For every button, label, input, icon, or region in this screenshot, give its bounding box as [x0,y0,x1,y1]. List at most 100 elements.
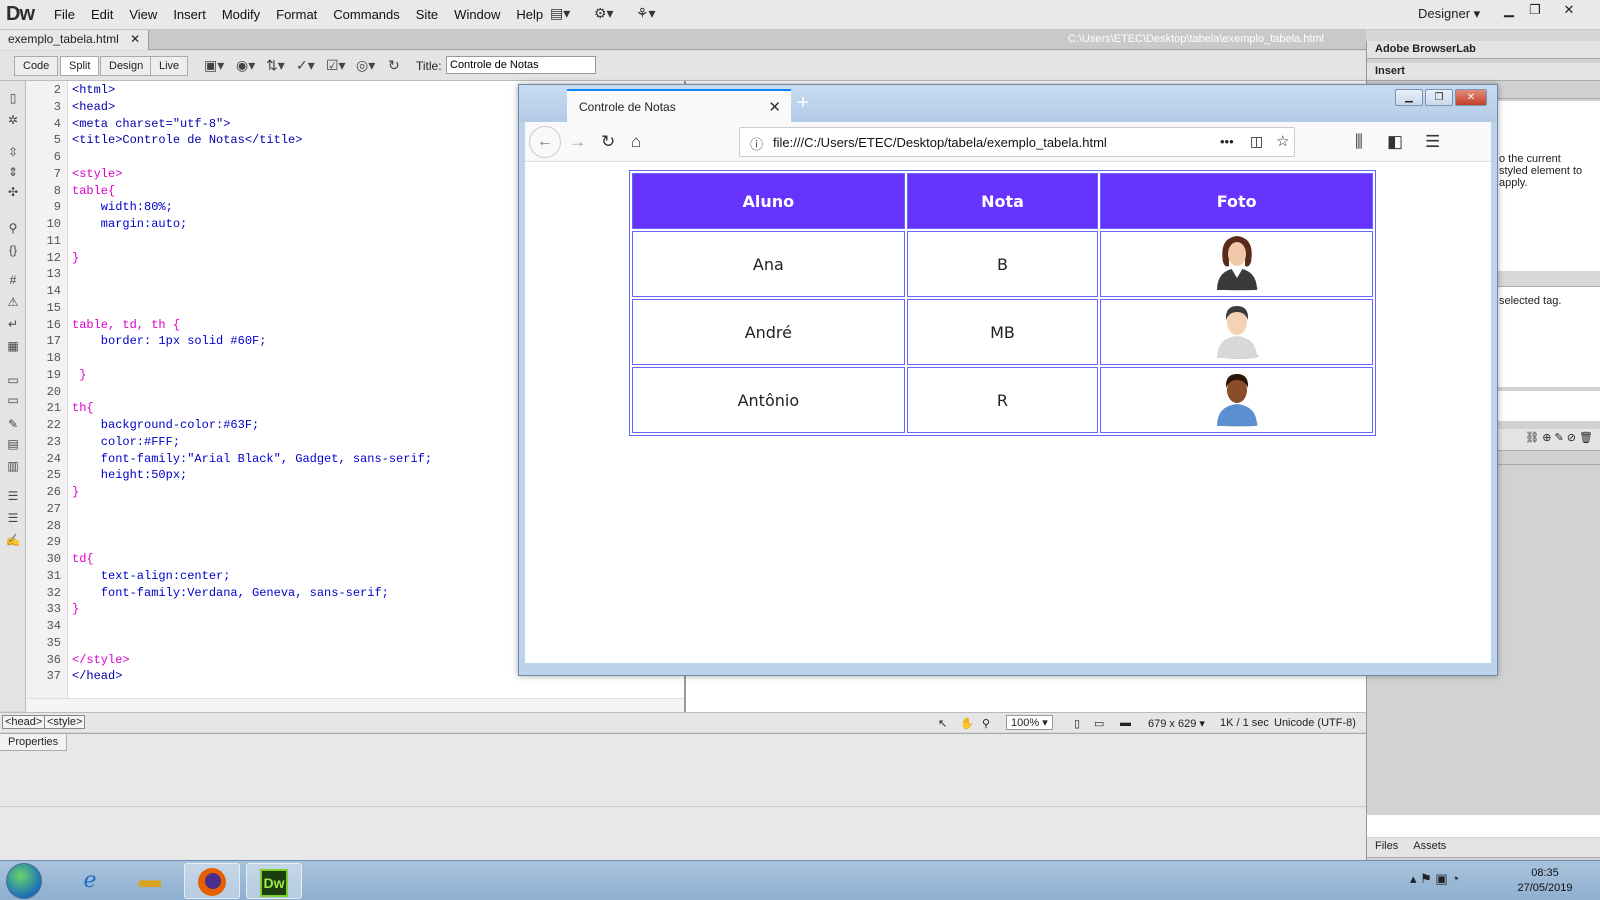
tag-selector-head[interactable]: <head> [2,715,46,729]
zoom-select[interactable]: 100% ▾ [1006,715,1053,730]
info-icon[interactable]: ⓘ [750,134,763,153]
assets-tab[interactable]: Assets [1413,840,1446,852]
balance-braces-icon[interactable]: {} [4,243,22,259]
line-number-gutter: 2 3 4 5 6 7 8 9 10 11 12 13 14 15 16 17 18 19 20 21 22 23 24 25… [26,81,68,698]
menu-modify[interactable]: Modify [214,7,268,22]
browser-maximize-icon[interactable]: ❐ [1425,89,1453,106]
pocket-icon[interactable]: ◫ [1250,133,1263,150]
menu-insert[interactable]: Insert [165,7,214,22]
menu-site[interactable]: Site [408,7,446,22]
bookmark-star-icon[interactable]: ☆ [1276,132,1289,150]
start-button[interactable] [6,863,42,899]
collapse-selection-icon[interactable]: ⇕ [4,165,22,181]
browser-close-icon[interactable]: ✕ [1455,89,1487,106]
title-input[interactable] [446,56,596,74]
desktop-size-icon[interactable]: ▬ [1120,717,1131,729]
forward-icon[interactable]: → [569,132,586,152]
header-aluno: Aluno [632,173,905,229]
home-icon[interactable]: ⌂ [631,132,641,152]
explorer-icon[interactable]: ▬ [122,863,178,899]
show-code-navigator-icon[interactable]: ✲ [4,113,22,129]
url-bar[interactable]: ⓘ file:///C:/Users/ETEC/Desktop/tabela/e… [739,127,1295,157]
new-rule-icon[interactable]: ⊕ [1542,432,1551,444]
restore-icon[interactable]: ❐ [1522,2,1548,22]
document-tab[interactable]: exemplo_tabela.html ✕ [0,30,150,50]
code-view-button[interactable]: Code [14,56,59,76]
library-icon[interactable]: ⫼ [1355,132,1363,152]
window-size-select[interactable]: 679 x 629 ▾ [1148,717,1205,730]
clock[interactable]: 08:35 27/05/2019 [1510,866,1580,896]
highlight-invalid-icon[interactable]: ⚠ [4,295,22,311]
page-actions-icon[interactable]: ••• [1220,134,1234,149]
select-tool-icon[interactable]: ↖ [938,717,947,730]
mobile-size-icon[interactable]: ▯ [1074,717,1080,730]
edit-rule-icon[interactable]: ✎ [1554,432,1563,444]
menu-file[interactable]: File [46,7,83,22]
collapse-tag-icon[interactable]: ⇳ [4,145,22,161]
layout-icon[interactable]: ▤▾ [550,5,570,22]
recent-snippets-icon[interactable]: ▤ [4,437,22,453]
wrap-tag-icon[interactable]: ✎ [4,417,22,433]
code-line: } [72,367,87,382]
indent-icon[interactable]: ☰ [4,489,22,505]
trash-icon[interactable]: 🗑 [1579,432,1593,444]
gear-icon[interactable]: ⚙▾ [594,5,614,22]
tag-selector-style[interactable]: <style> [44,715,86,729]
zoom-tool-icon[interactable]: ⚲ [982,717,990,730]
live-view-button[interactable]: Live [150,56,189,76]
close-tab-icon[interactable]: ✕ [768,98,781,116]
files-tab[interactable]: Files [1375,840,1398,852]
preview-browser-icon[interactable]: ◉▾ [236,57,255,74]
move-css-icon[interactable]: ▥ [4,459,22,475]
back-icon[interactable]: ← [529,126,561,158]
menu-help[interactable]: Help [508,7,551,22]
outdent-icon[interactable]: ☰ [4,511,22,527]
browserlab-panel-header[interactable]: Adobe BrowserLab [1367,41,1600,59]
syntax-coloring-icon[interactable]: ▦ [4,339,22,355]
expand-all-icon[interactable]: ✣ [4,185,22,201]
code-horizontal-scrollbar[interactable] [26,698,686,712]
w3c-validation-icon[interactable]: ✓▾ [296,57,315,74]
cell-nota: R [906,367,1099,433]
reload-icon[interactable]: ↻ [601,132,615,152]
select-parent-tag-icon[interactable]: ⚲ [4,221,22,237]
file-management-icon[interactable]: ⇅▾ [266,57,285,74]
hamburger-menu-icon[interactable]: ☰ [1425,132,1440,152]
browser-minimize-icon[interactable]: ▁ [1395,89,1423,106]
workspace-switcher[interactable]: Designer ▾ [1418,6,1480,22]
disable-icon[interactable]: ⊘ [1567,432,1576,444]
new-tab-icon[interactable]: + [797,92,809,115]
hand-tool-icon[interactable]: ✋ [960,717,974,730]
ie-icon[interactable]: ℯ [62,863,118,899]
properties-tab[interactable]: Properties [0,734,68,751]
format-source-icon[interactable]: ✍ [4,533,22,549]
refresh-icon[interactable]: ↻ [388,57,400,74]
tablet-size-icon[interactable]: ▭ [1094,717,1104,730]
menu-view[interactable]: View [121,7,165,22]
word-wrap-icon[interactable]: ↵ [4,317,22,333]
site-icon[interactable]: ⚘▾ [636,5,656,22]
insert-panel-header[interactable]: Insert [1367,63,1600,81]
link-icon[interactable]: ⛓ [1525,432,1539,444]
menu-window[interactable]: Window [446,7,508,22]
remove-comment-icon[interactable]: ▭ [4,393,22,409]
design-view-button[interactable]: Design [100,56,153,76]
minimize-icon[interactable]: ▁ [1496,2,1522,22]
system-tray[interactable]: ▴ ⚑ ▣ ◔ [1410,871,1459,887]
menu-edit[interactable]: Edit [83,7,121,22]
split-view-button[interactable]: Split [60,56,100,76]
line-numbers-icon[interactable]: # [4,273,22,289]
sidebar-icon[interactable]: ◧ [1387,132,1403,152]
firefox-icon[interactable] [184,863,240,899]
visual-aids-icon[interactable]: ◎▾ [356,57,375,74]
apply-comment-icon[interactable]: ▭ [4,373,22,389]
close-tab-icon[interactable]: ✕ [130,32,140,46]
multiscreen-icon[interactable]: ▣▾ [204,57,224,74]
menu-commands[interactable]: Commands [325,7,407,22]
check-browser-icon[interactable]: ☑▾ [326,57,346,74]
browser-tab[interactable]: Controle de Notas ✕ [567,89,791,122]
close-icon[interactable]: ✕ [1556,2,1582,22]
dreamweaver-icon[interactable]: Dw [246,863,302,899]
open-documents-icon[interactable]: ▯ [4,91,22,107]
menu-format[interactable]: Format [268,7,325,22]
